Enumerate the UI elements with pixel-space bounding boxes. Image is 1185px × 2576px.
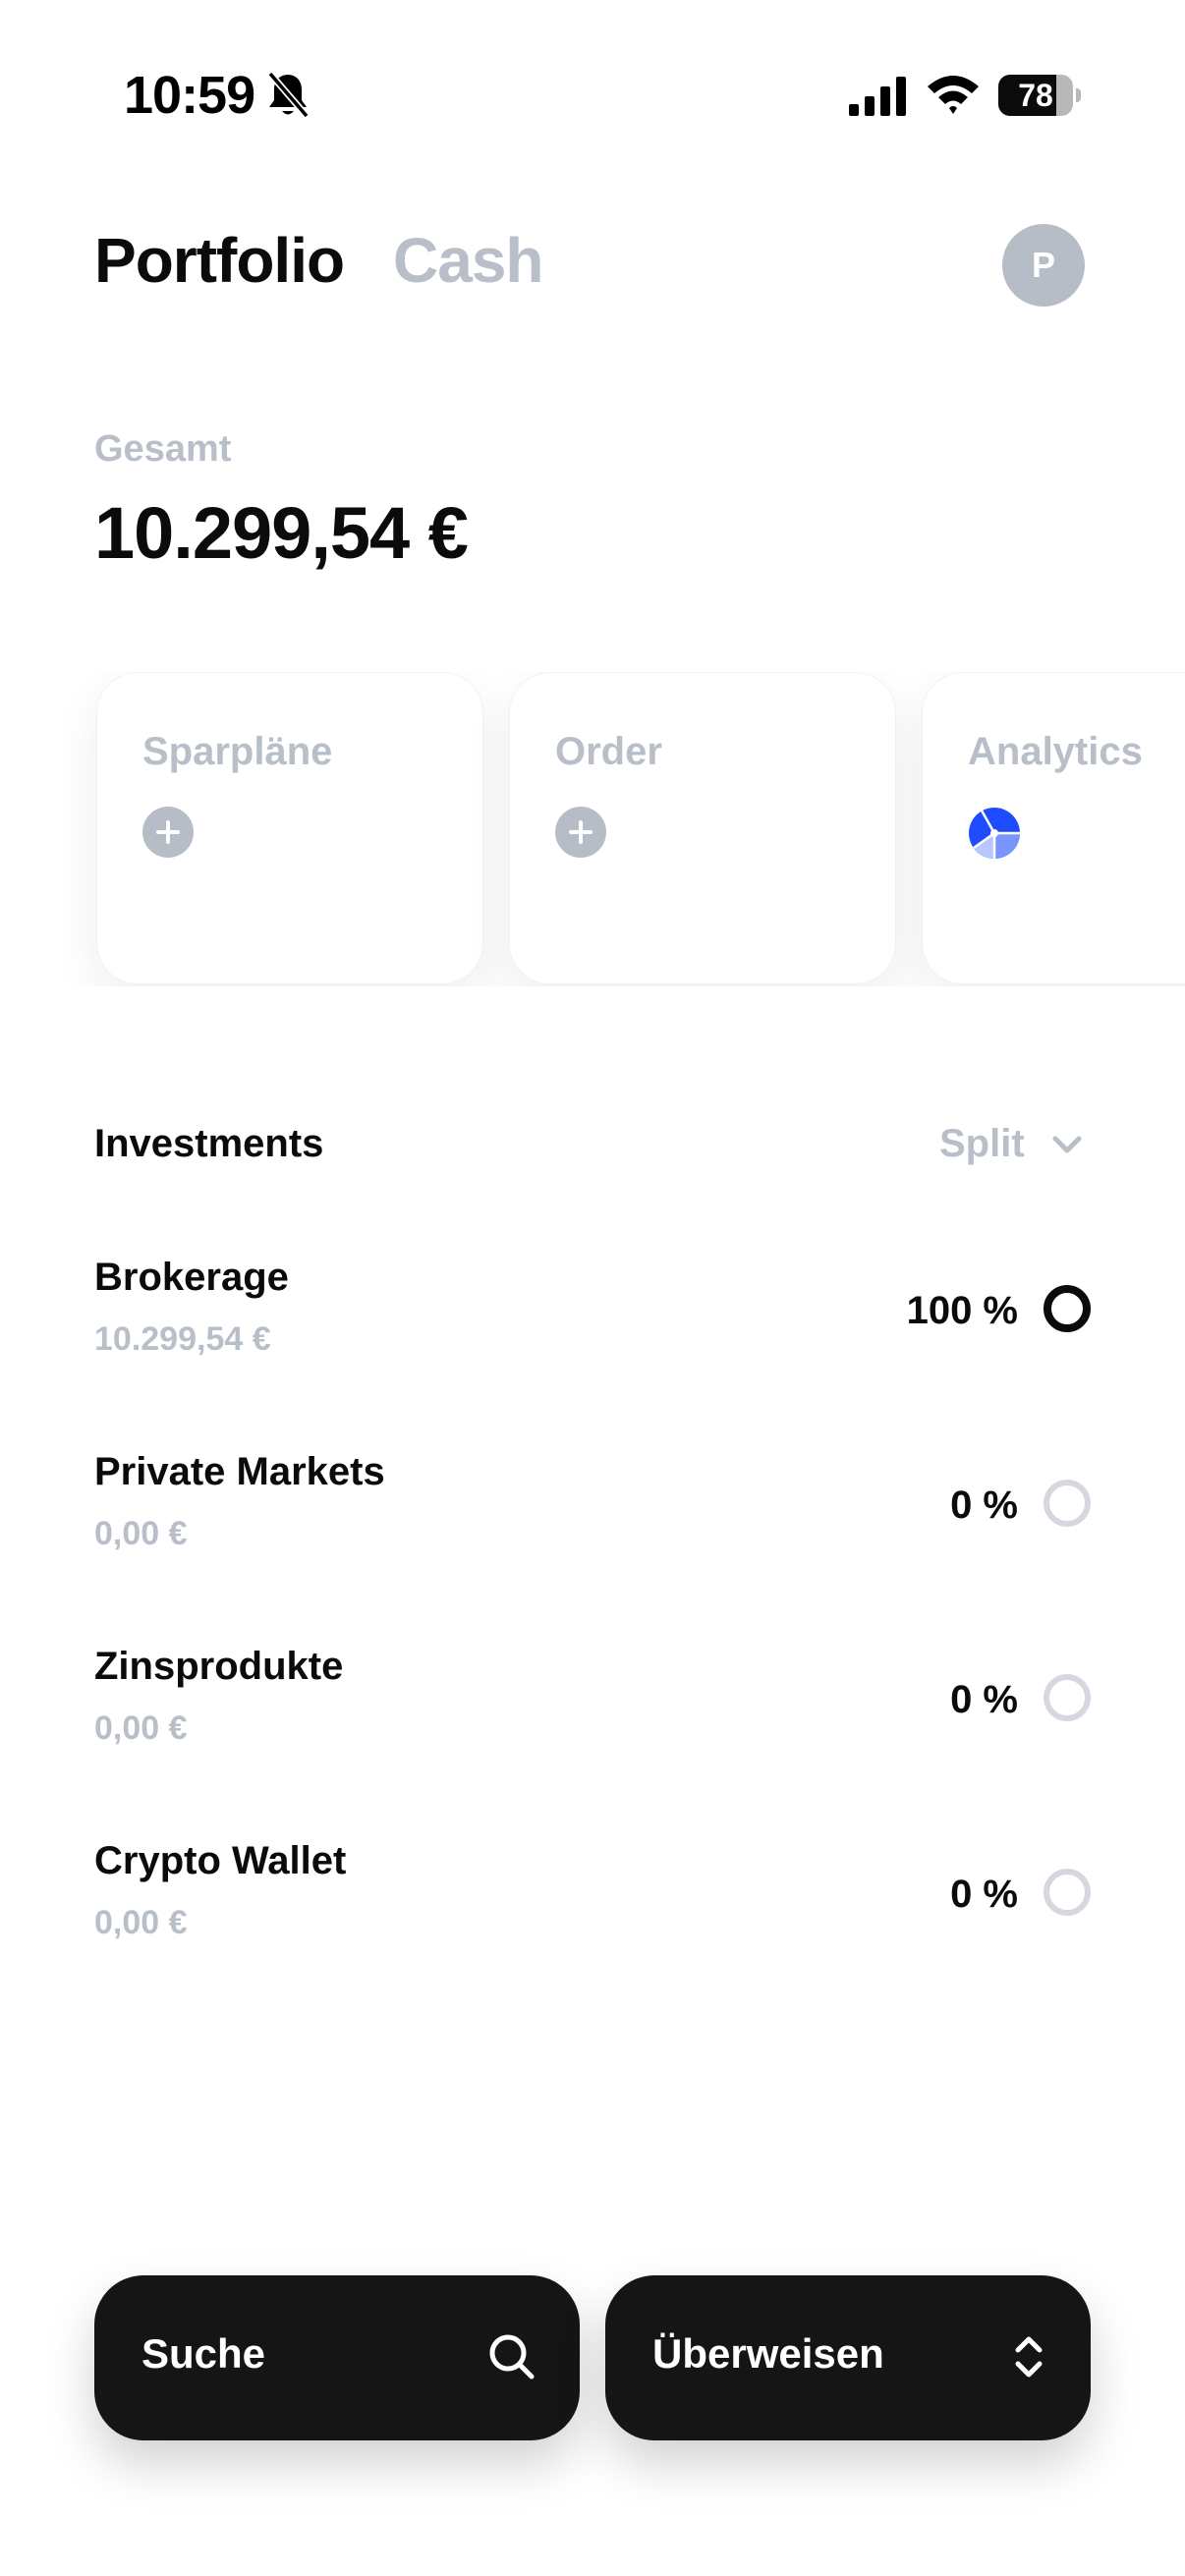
tab-portfolio[interactable]: Portfolio <box>94 224 345 297</box>
investment-row-zinsprodukte[interactable]: Zinsprodukte 0,00 € 0 % <box>0 1645 1185 1821</box>
transfer-button[interactable]: Überweisen <box>605 2275 1091 2440</box>
status-time: 10:59 <box>124 66 255 125</box>
card-analytics[interactable]: Analytics <box>922 672 1185 984</box>
total-value: 10.299,54 € <box>94 492 469 574</box>
split-dropdown[interactable]: Split <box>939 1122 1082 1171</box>
allocation-ring-icon <box>1044 1869 1091 1916</box>
search-button[interactable]: Suche <box>94 2275 580 2440</box>
investment-name: Zinsprodukte <box>94 1645 344 1688</box>
search-icon <box>489 2334 535 2380</box>
investment-name: Crypto Wallet <box>94 1839 347 1882</box>
card-sparplaene[interactable]: Sparpläne <box>96 672 483 984</box>
investment-percent: 0 % <box>950 1678 1018 1721</box>
battery-cap <box>1076 88 1081 102</box>
investments-heading: Investments <box>94 1122 324 1165</box>
investment-amount: 0,00 € <box>94 1904 188 1941</box>
transfer-button-label: Überweisen <box>652 2330 884 2377</box>
split-label: Split <box>939 1122 1025 1165</box>
battery-body: 78 <box>998 75 1073 116</box>
wifi-icon <box>928 76 979 114</box>
total-label: Gesamt <box>94 428 232 470</box>
investment-percent: 0 % <box>950 1484 1018 1527</box>
investment-name: Brokerage <box>94 1256 289 1299</box>
investment-row-brokerage[interactable]: Brokerage 10.299,54 € 100 % <box>0 1256 1185 1432</box>
plus-icon[interactable] <box>142 807 194 858</box>
investment-row-private-markets[interactable]: Private Markets 0,00 € 0 % <box>0 1450 1185 1627</box>
investment-amount: 0,00 € <box>94 1709 188 1747</box>
pie-chart-icon <box>969 808 1020 859</box>
card-title: Sparpläne <box>142 730 333 773</box>
cellular-signal-icon <box>849 77 906 116</box>
bell-slash-icon <box>267 71 310 119</box>
investment-amount: 0,00 € <box>94 1515 188 1552</box>
status-bar: 10:59 78 <box>0 0 1185 138</box>
chevron-down-icon <box>1052 1136 1082 1153</box>
investment-name: Private Markets <box>94 1450 385 1493</box>
investment-percent: 0 % <box>950 1873 1018 1916</box>
battery-indicator: 78 <box>998 75 1081 116</box>
investment-row-crypto-wallet[interactable]: Crypto Wallet 0,00 € 0 % <box>0 1839 1185 2016</box>
tab-cash[interactable]: Cash <box>393 224 543 297</box>
search-button-label: Suche <box>141 2330 266 2377</box>
allocation-ring-icon <box>1044 1674 1091 1721</box>
shortcut-cards: Sparpläne Order Analytics <box>0 672 1185 986</box>
investment-percent: 100 % <box>906 1289 1018 1332</box>
allocation-ring-icon <box>1044 1285 1091 1332</box>
chevron-up-down-icon <box>1015 2336 1043 2378</box>
battery-level: 78 <box>1018 78 1053 113</box>
allocation-ring-icon <box>1044 1480 1091 1527</box>
avatar[interactable]: P <box>1002 224 1085 307</box>
card-title: Analytics <box>968 730 1143 773</box>
plus-icon[interactable] <box>555 807 606 858</box>
card-title: Order <box>555 730 662 773</box>
card-order[interactable]: Order <box>509 672 896 984</box>
investment-amount: 10.299,54 € <box>94 1320 271 1358</box>
